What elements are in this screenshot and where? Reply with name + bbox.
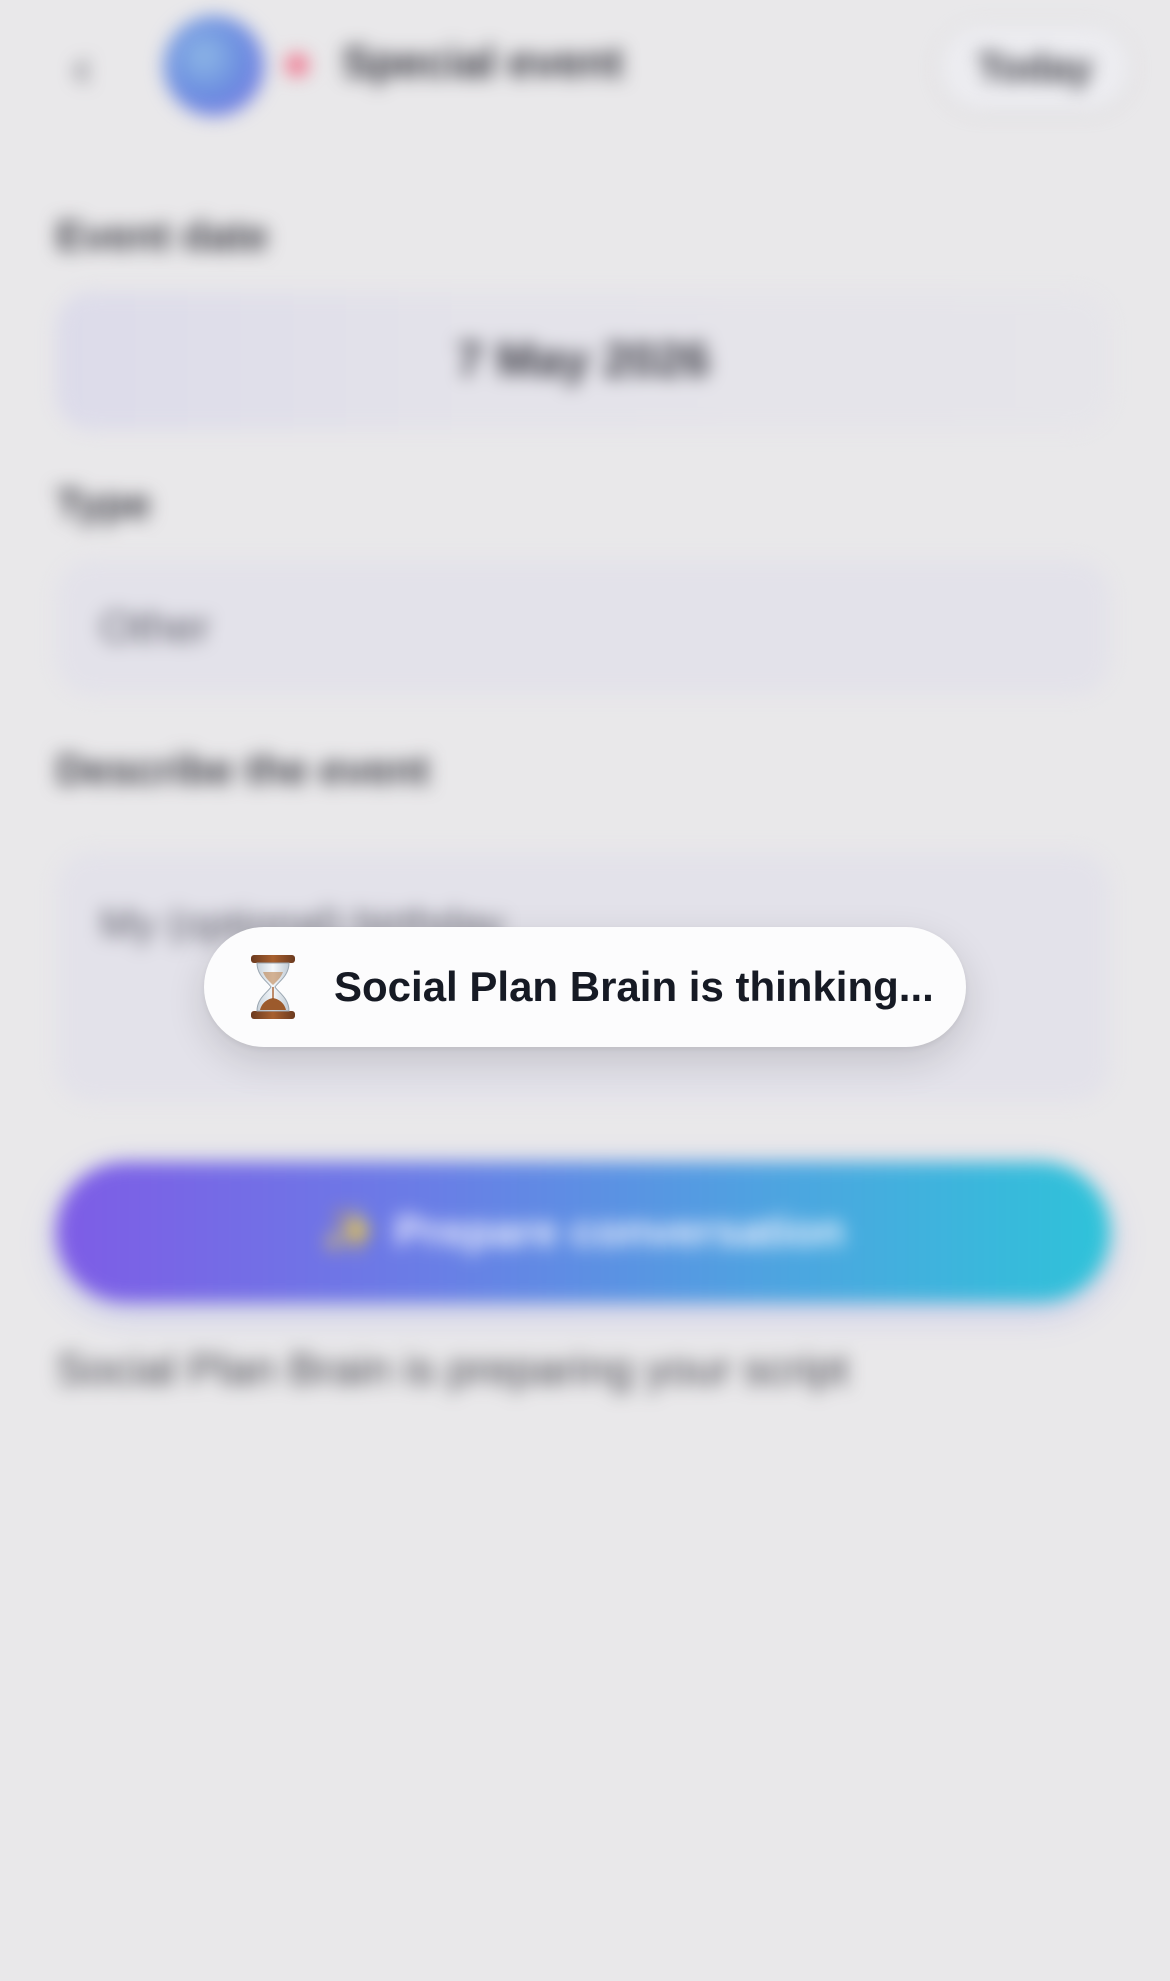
status-note: Social Plan Brain is preparing your scri…: [56, 1345, 849, 1394]
avatar: [164, 16, 264, 116]
thinking-toast: Social Plan Brain is thinking...: [204, 927, 966, 1047]
prepare-button-label: Prepare conversation: [394, 1207, 845, 1256]
sparkles-icon: ✨: [321, 1207, 377, 1256]
header: ‹ Special event Today: [0, 0, 1170, 140]
toast-message: Social Plan Brain is thinking...: [334, 963, 934, 1010]
screen: ‹ Special event Today Event date 7 May 2…: [0, 0, 1170, 1981]
date-label: Event date: [56, 212, 269, 259]
hourglass-icon: [251, 955, 295, 1019]
date-field[interactable]: 7 May 2026: [56, 292, 1110, 430]
prepare-conversation-button[interactable]: ✨ Prepare conversation: [56, 1162, 1110, 1302]
header-action-button[interactable]: Today: [940, 26, 1130, 110]
type-select[interactable]: Other: [56, 560, 1110, 695]
status-dot: [286, 54, 308, 76]
type-label: Type: [56, 480, 151, 527]
description-label: Describe the event: [56, 746, 430, 793]
chevron-left-icon[interactable]: ‹: [58, 42, 106, 94]
page-title: Special event: [342, 38, 624, 87]
